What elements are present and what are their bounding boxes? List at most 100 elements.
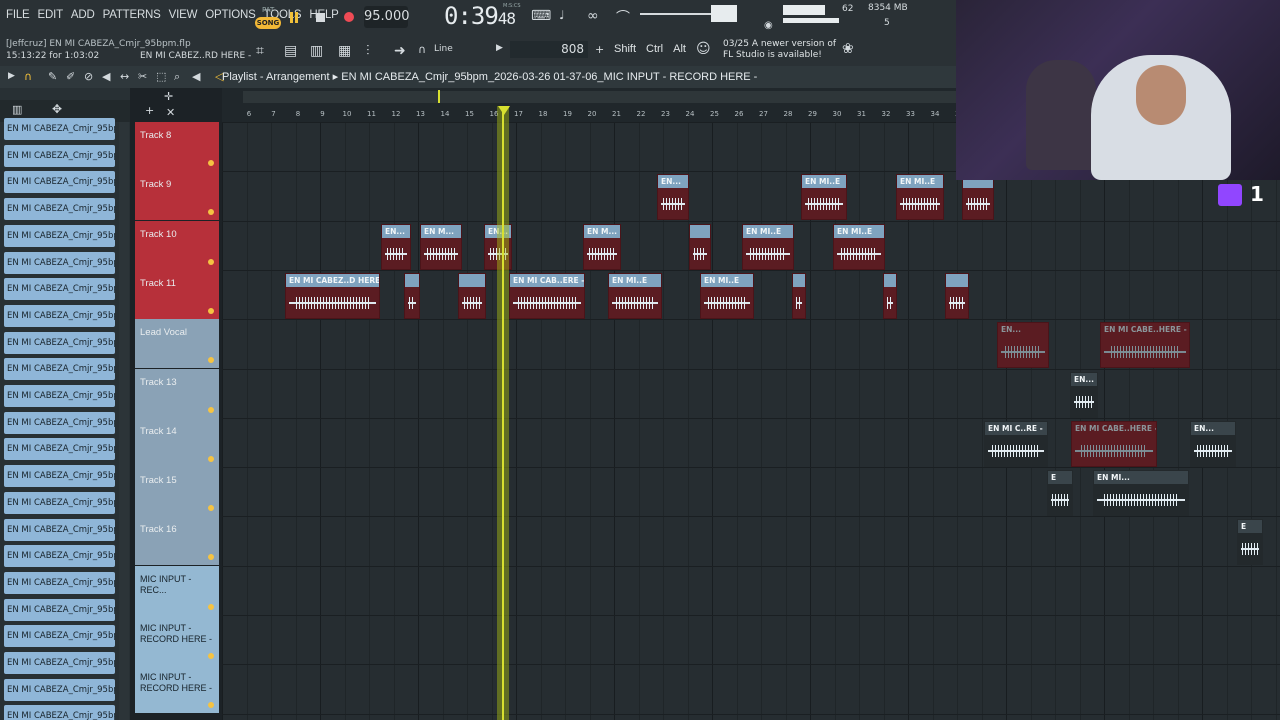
menu-patterns[interactable]: PATTERNS: [99, 9, 165, 21]
slip-tool-icon[interactable]: ↔: [120, 70, 129, 83]
draw-tool-icon[interactable]: ✎: [48, 70, 57, 83]
browser-item[interactable]: EN MI CABEZA_Cmjr_95bp...: [4, 705, 115, 720]
magnet-icon[interactable]: ∩: [418, 43, 426, 56]
audio-clip[interactable]: EN MI..E: [608, 272, 662, 319]
delete-tool-icon[interactable]: ⊘: [84, 70, 93, 83]
audio-clip[interactable]: EN...: [997, 322, 1049, 369]
record-button[interactable]: [344, 12, 354, 22]
browser-item[interactable]: EN MI CABEZA_Cmjr_95bp...: [4, 278, 115, 301]
audio-clip[interactable]: [883, 272, 897, 319]
track-header[interactable]: Track 15: [135, 467, 219, 517]
slice-tool-icon[interactable]: ✂: [138, 70, 147, 83]
track-indicator-dot[interactable]: [208, 702, 214, 709]
alt-key[interactable]: Alt: [673, 43, 686, 55]
move-icon[interactable]: ✥: [52, 102, 62, 116]
audio-clip[interactable]: EN MI..E: [700, 272, 754, 319]
browser-item[interactable]: EN MI CABEZA_Cmjr_95bp...: [4, 385, 115, 407]
news-panel[interactable]: 03/25 A newer version of FL Studio is av…: [723, 39, 843, 61]
audio-clip[interactable]: EN MI...: [1093, 470, 1189, 517]
metronome-icon[interactable]: ♩: [559, 8, 565, 22]
audio-clip[interactable]: EN MI CABE..HERE -: [1071, 420, 1157, 467]
track-indicator-dot[interactable]: [208, 209, 214, 216]
audio-clip[interactable]: EN...: [381, 223, 411, 270]
track-header[interactable]: MIC INPUT - REC...: [135, 565, 219, 615]
news-icon[interactable]: ☺: [696, 41, 711, 57]
audio-clip[interactable]: EN M...: [583, 223, 621, 270]
browser-item[interactable]: EN MI CABEZA_Cmjr_95bp...: [4, 491, 115, 514]
playback-tool-icon[interactable]: ◀: [192, 70, 200, 83]
paint-tool-icon[interactable]: ✐: [66, 70, 75, 83]
track-indicator-dot[interactable]: [208, 258, 214, 265]
track-indicator-dot[interactable]: [208, 307, 214, 314]
audio-clip[interactable]: [792, 272, 806, 319]
browser-scrollbar[interactable]: [119, 122, 129, 720]
typing-keyboard-icon[interactable]: ⌨: [531, 8, 551, 24]
play-icon[interactable]: ▶: [8, 71, 15, 81]
menu-add[interactable]: ADD: [67, 9, 99, 21]
track-header[interactable]: Lead Vocal: [135, 319, 219, 369]
track-header[interactable]: Track 13: [135, 368, 219, 418]
wave-icon[interactable]: ⌒: [616, 7, 630, 27]
audio-clip[interactable]: EN...: [1190, 420, 1236, 467]
track-header[interactable]: Track 14: [135, 417, 219, 467]
track-indicator-dot[interactable]: [208, 406, 214, 413]
add-track-icon[interactable]: +: [145, 104, 154, 117]
browser-item[interactable]: EN MI CABEZA_Cmjr_95bpm: [4, 118, 115, 140]
channel-rack-icon[interactable]: ▥: [310, 43, 323, 59]
pattern-counter[interactable]: 808: [510, 41, 588, 58]
shift-key[interactable]: Shift: [614, 43, 636, 55]
audio-clip[interactable]: EN M...: [420, 223, 462, 270]
play-small-icon[interactable]: ▶: [496, 43, 503, 53]
track-indicator-dot[interactable]: [208, 505, 214, 512]
playhead-marker[interactable]: [498, 106, 510, 115]
stop-button[interactable]: [316, 13, 325, 22]
track-header[interactable]: MIC INPUT - RECORD HERE -: [135, 615, 219, 664]
track-indicator-dot[interactable]: [208, 653, 214, 659]
audio-clip[interactable]: EN MI CABE..HERE -: [1100, 322, 1190, 369]
pause-button[interactable]: [289, 12, 299, 24]
snap-select[interactable]: Line: [434, 44, 453, 54]
browser-item[interactable]: EN MI CABEZA_Cmjr_95bp...: [4, 652, 115, 674]
audio-clip[interactable]: EN MI..E: [801, 174, 847, 221]
track-header[interactable]: MIC INPUT - RECORD HERE -: [135, 664, 219, 714]
browser-item[interactable]: EN MI CABEZA_Cmjr_95bp...: [4, 438, 115, 461]
track-indicator-dot[interactable]: [208, 357, 214, 364]
browser-options-icon[interactable]: ▥: [12, 103, 22, 116]
arrow-right-icon[interactable]: ➜: [394, 43, 406, 59]
snap-tool-icon[interactable]: ⌗: [256, 43, 264, 59]
browser-item[interactable]: EN MI CABEZA_Cmjr_95bp...: [4, 598, 115, 621]
playhead[interactable]: [502, 106, 504, 720]
audio-clip[interactable]: EN...: [657, 174, 689, 221]
zoom-tool-icon[interactable]: ⌕: [174, 70, 180, 84]
add-pattern-button[interactable]: +: [595, 43, 604, 56]
audio-clip[interactable]: EN...: [1070, 371, 1098, 418]
track-indicator-dot[interactable]: [208, 455, 214, 462]
browser-item[interactable]: EN MI CABEZA_Cmjr_95bp...: [4, 304, 115, 327]
browser-item[interactable]: EN MI CABEZA_Cmjr_95bp...: [4, 545, 115, 568]
select-tool-icon[interactable]: ⬚: [156, 70, 166, 83]
browser-item[interactable]: EN MI CABEZA_Cmjr_95bp...: [4, 358, 115, 381]
scroll-arrows-icon[interactable]: ✛: [164, 90, 173, 103]
playlist-icon[interactable]: ▤: [284, 43, 297, 59]
eye-icon[interactable]: ◉: [764, 20, 773, 31]
browser-item[interactable]: EN MI CABEZA_Cmjr_95bp...: [4, 171, 115, 194]
mute-tool-icon[interactable]: ◀: [102, 70, 110, 83]
browser-item[interactable]: EN MI CABEZA_Cmjr_95bp...: [4, 198, 115, 221]
track-header[interactable]: Track 9: [135, 171, 219, 221]
browser-item[interactable]: EN MI CABEZA_Cmjr_95bp...: [4, 144, 115, 167]
audio-clip[interactable]: EN MI..E: [896, 174, 944, 221]
audio-clip[interactable]: EN MI..E: [742, 223, 794, 270]
audio-clip[interactable]: [689, 223, 711, 270]
menu-file[interactable]: FILE: [2, 9, 34, 21]
audio-clip[interactable]: EN MI..E: [833, 223, 885, 270]
browser-item[interactable]: EN MI CABEZA_Cmjr_95bp...: [4, 678, 115, 701]
browser-item[interactable]: EN MI CABEZA_Cmjr_95bp...: [4, 625, 115, 648]
audio-clip[interactable]: E: [1047, 470, 1073, 517]
piano-roll-icon[interactable]: ▦: [338, 43, 351, 59]
menu-view[interactable]: VIEW: [165, 9, 202, 21]
track-header[interactable]: Track 10: [135, 220, 219, 270]
track-indicator-dot[interactable]: [208, 603, 214, 610]
browser-item[interactable]: EN MI CABEZA_Cmjr_95bp...: [4, 571, 115, 594]
audio-clip[interactable]: EN MI CABEZ..D HERE -: [285, 272, 380, 319]
browser-item[interactable]: EN MI CABEZA_Cmjr_95bp...: [4, 224, 115, 247]
